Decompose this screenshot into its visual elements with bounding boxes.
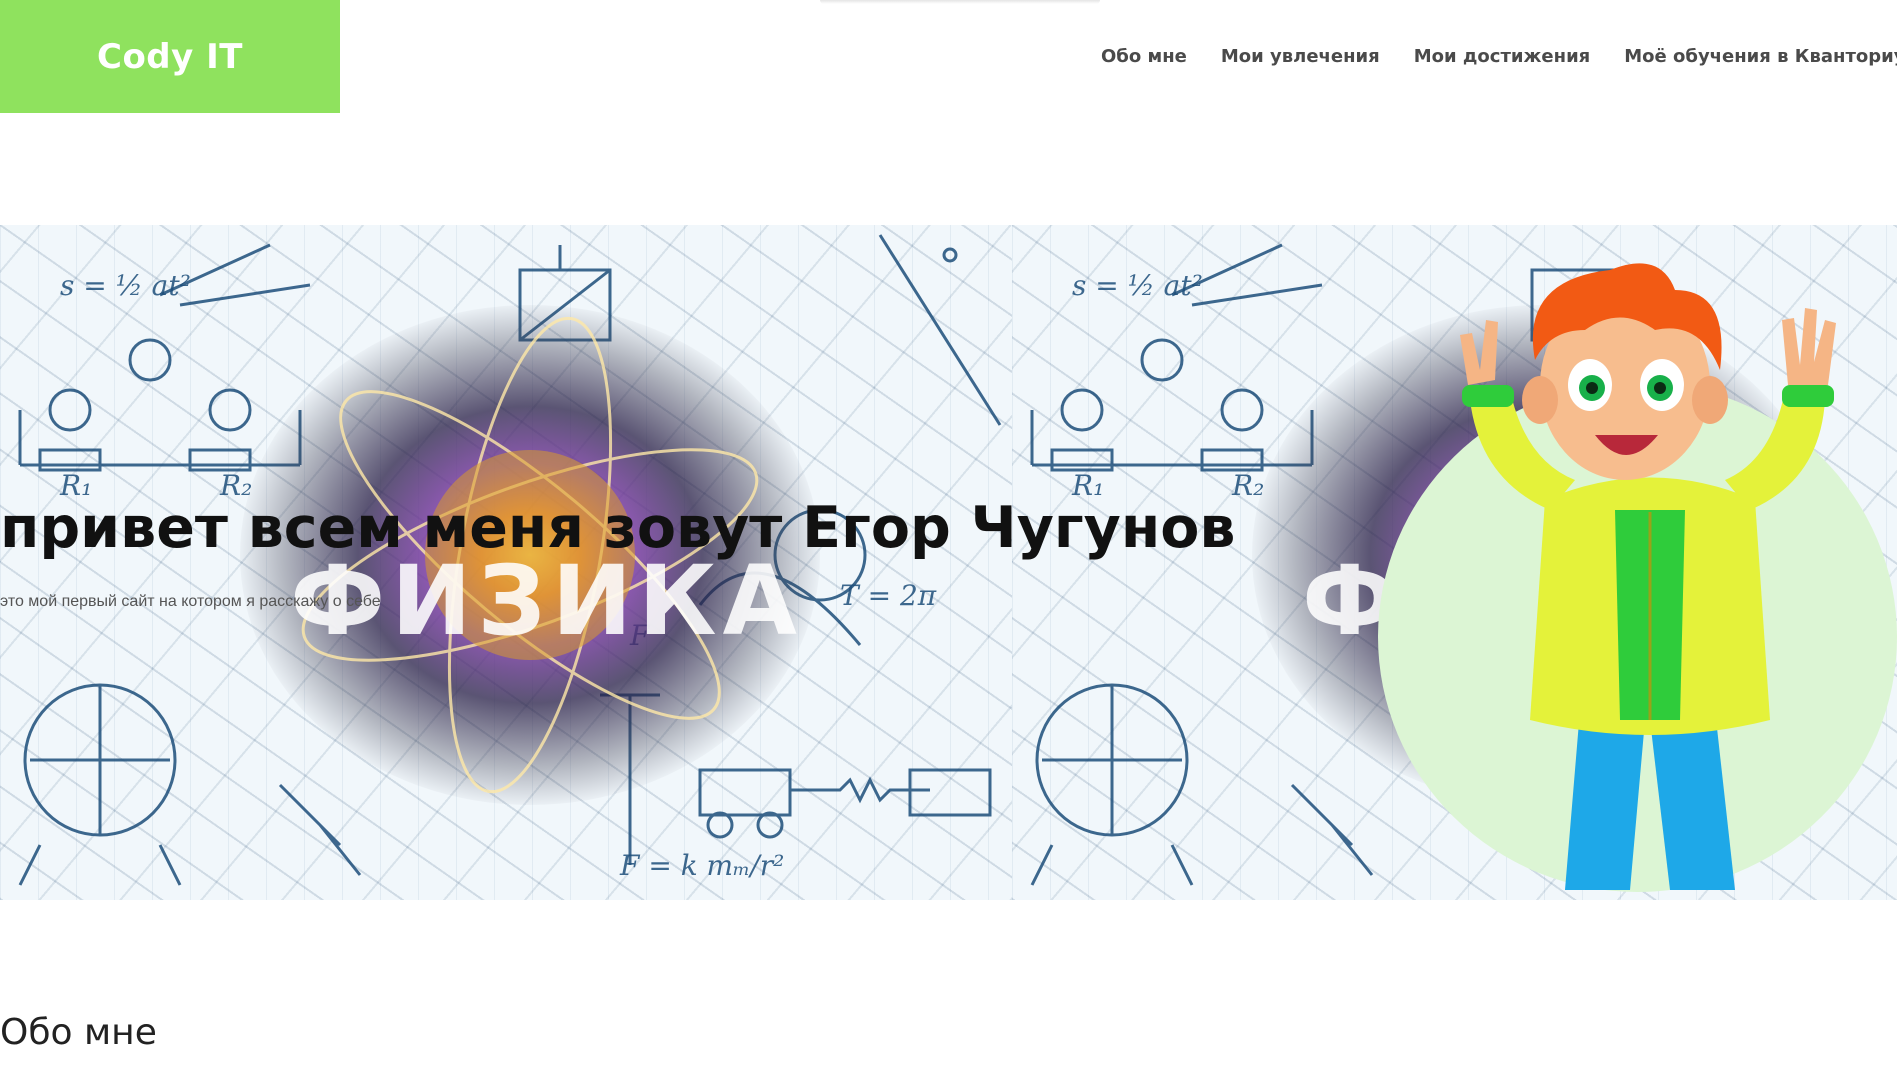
- site-logo[interactable]: Cody IT: [0, 0, 340, 113]
- main-nav: Обо мне Мои увлечения Мои достижения Моё…: [1101, 43, 1897, 71]
- cartoon-boy-avatar: [1460, 263, 1836, 890]
- page: Cody IT Обо мне Мои увлечения Мои достиж…: [0, 0, 1897, 1068]
- svg-text:s = ½ at²: s = ½ at²: [1072, 269, 1203, 302]
- hero-title: привет всем меня зовут Егор Чугунов: [0, 495, 1236, 561]
- top-shadow: [820, 0, 1100, 4]
- nav-item-kvantorium[interactable]: Моё обучения в Кванториуме: [1624, 43, 1897, 71]
- site-logo-text: Cody IT: [97, 36, 243, 77]
- hero-physics-image: s = ½ at² F = k mₘ/r² R₁ R₂ T = 2π F ФИЗ…: [0, 225, 1012, 900]
- nav-item-achievements[interactable]: Мои достижения: [1414, 43, 1591, 71]
- nav-item-hobbies[interactable]: Мои увлечения: [1221, 43, 1380, 71]
- hero-subtitle: это мой первый сайт на котором я расскаж…: [0, 593, 381, 610]
- section-title-about: Обо мне: [0, 1012, 157, 1053]
- nav-item-about[interactable]: Обо мне: [1101, 43, 1187, 71]
